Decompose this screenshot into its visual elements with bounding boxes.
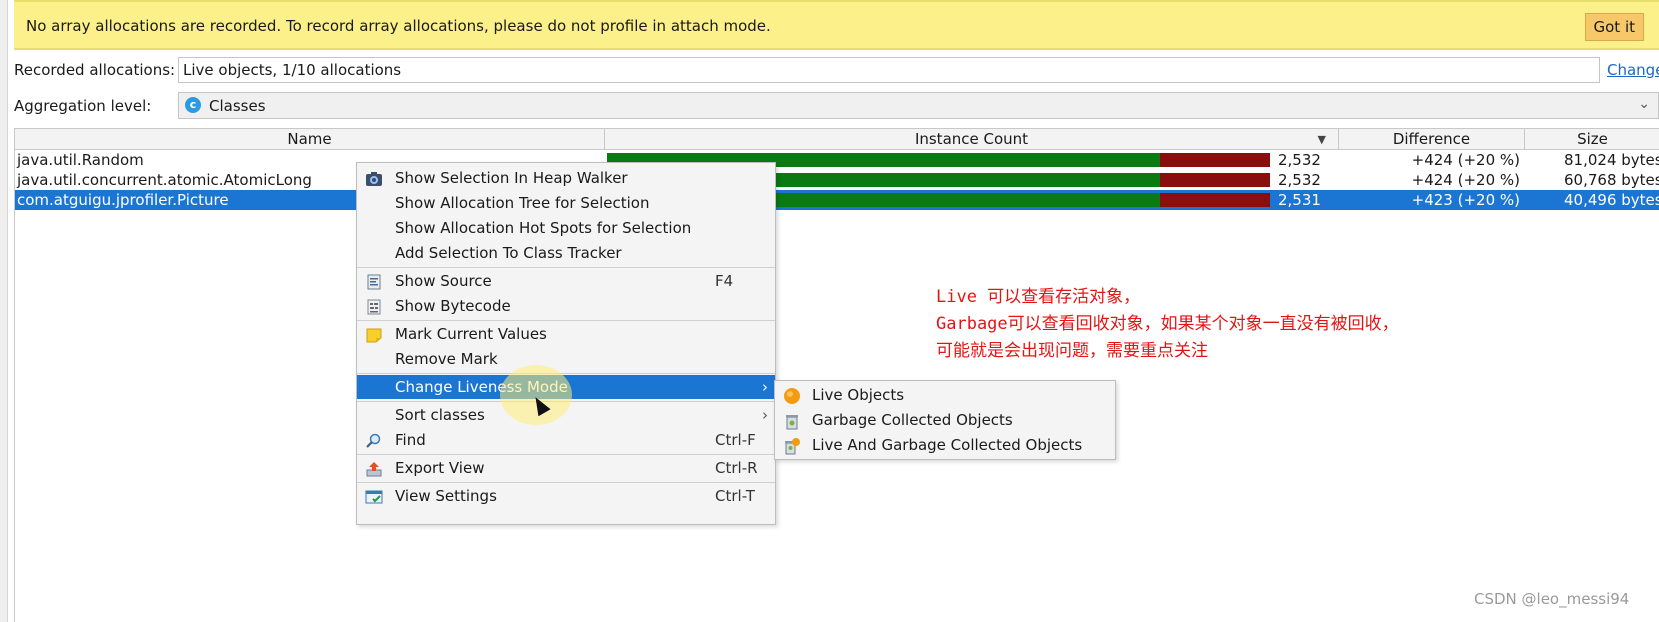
aggregation-level-select[interactable]: c Classes ⌄ xyxy=(178,92,1659,119)
info-banner: No array allocations are recorded. To re… xyxy=(14,0,1659,50)
change-link[interactable]: Change xyxy=(1607,61,1659,79)
chevron-right-icon: › xyxy=(762,406,768,424)
watermark: CSDN @leo_messi94 xyxy=(1474,590,1630,608)
sticky-note-icon xyxy=(365,326,383,343)
menu-item-label: Mark Current Values xyxy=(395,325,547,343)
menu-item-label: Sort classes xyxy=(395,406,485,424)
recorded-allocations-field: Live objects, 1/10 allocations xyxy=(178,57,1600,83)
row-difference: +423 (+20 %) xyxy=(1411,191,1520,209)
menu-item-label: Show Allocation Tree for Selection xyxy=(395,194,650,212)
menu-item-label: Show Selection In Heap Walker xyxy=(395,169,628,187)
column-header-instance-count[interactable]: Instance Count ▼ xyxy=(605,129,1339,150)
menu-item-shortcut: Ctrl-F xyxy=(715,431,756,449)
row-size: 60,768 bytes xyxy=(1564,171,1659,189)
menu-item-label: Find xyxy=(395,431,426,449)
menu-item-find[interactable]: Find Ctrl-F xyxy=(357,428,775,452)
menu-item-show-allocation-hot-spots[interactable]: Show Allocation Hot Spots for Selection xyxy=(357,216,775,240)
instance-count-bar-delta xyxy=(1160,173,1270,187)
menu-item-show-selection-heap-walker[interactable]: Show Selection In Heap Walker xyxy=(357,166,775,190)
menu-item-label: Export View xyxy=(395,459,485,477)
got-it-button[interactable]: Got it xyxy=(1584,13,1644,41)
column-header-difference[interactable]: Difference xyxy=(1339,129,1525,150)
submenu-item-label: Live And Garbage Collected Objects xyxy=(812,436,1083,454)
column-header-size[interactable]: Size xyxy=(1525,129,1659,150)
recorded-allocations-label: Recorded allocations: xyxy=(14,61,176,79)
menu-item-shortcut: Ctrl-T xyxy=(715,487,755,505)
table-row[interactable]: java.util.concurrent.atomic.AtomicLong 2… xyxy=(15,170,1659,190)
context-menu: Show Selection In Heap Walker Show Alloc… xyxy=(356,162,776,525)
row-class-name: java.util.Random xyxy=(17,151,144,169)
menu-separator xyxy=(357,373,775,374)
menu-item-label: Add Selection To Class Tracker xyxy=(395,244,622,262)
menu-separator xyxy=(357,454,775,455)
column-header-name[interactable]: Name xyxy=(15,129,605,150)
menu-item-show-allocation-tree[interactable]: Show Allocation Tree for Selection xyxy=(357,191,775,215)
menu-item-shortcut: F4 xyxy=(715,272,734,290)
row-difference: +424 (+20 %) xyxy=(1411,171,1520,189)
menu-item-label: Show Allocation Hot Spots for Selection xyxy=(395,219,692,237)
banner-message: No array allocations are recorded. To re… xyxy=(26,17,771,35)
cursor-highlight xyxy=(500,365,572,425)
row-size: 81,024 bytes xyxy=(1564,151,1659,169)
trash-can-icon xyxy=(783,412,801,430)
row-instance-count: 2,532 xyxy=(1278,151,1321,169)
menu-item-view-settings[interactable]: View Settings Ctrl-T xyxy=(357,484,775,508)
row-class-name: java.util.concurrent.atomic.AtomicLong xyxy=(17,171,312,189)
annotation-line-2: Garbage可以查看回收对象，如果某个对象一直没有被回收， xyxy=(936,314,1399,334)
row-instance-count: 2,531 xyxy=(1278,191,1321,209)
annotation-line-3: 可能就是会出现问题，需要重点关注 xyxy=(936,341,1208,361)
submenu-item-live-and-garbage[interactable]: Live And Garbage Collected Objects xyxy=(775,433,1115,458)
export-icon xyxy=(365,460,383,477)
chevron-right-icon: › xyxy=(762,378,768,396)
table-row[interactable]: java.util.Random 2,532 +424 (+20 %) 81,0… xyxy=(15,150,1659,170)
aggregation-level-value: Classes xyxy=(209,97,266,115)
menu-item-label: Show Bytecode xyxy=(395,297,511,315)
camera-icon xyxy=(365,170,383,186)
annotation-line-1: Live 可以查看存活对象， xyxy=(936,287,1141,307)
menu-item-mark-current-values[interactable]: Mark Current Values xyxy=(357,322,775,346)
table-row-selected[interactable]: com.atguigu.jprofiler.Picture 2,531 +423… xyxy=(15,190,1659,210)
trash-live-icon xyxy=(783,437,801,455)
menu-separator xyxy=(357,320,775,321)
menu-item-add-to-class-tracker[interactable]: Add Selection To Class Tracker xyxy=(357,241,775,265)
menu-item-show-source[interactable]: Show Source F4 xyxy=(357,269,775,293)
source-icon xyxy=(365,273,383,290)
allocations-table: Name Instance Count ▼ Difference Size ja… xyxy=(14,128,1659,622)
left-panel-edge xyxy=(0,0,8,622)
column-header-instance-count-label: Instance Count xyxy=(914,130,1029,148)
menu-item-remove-mark[interactable]: Remove Mark xyxy=(357,347,775,371)
submenu-item-garbage-collected[interactable]: Garbage Collected Objects xyxy=(775,408,1115,433)
view-settings-icon xyxy=(365,488,383,504)
annotation-note: Live 可以查看存活对象， Garbage可以查看回收对象，如果某个对象一直没… xyxy=(936,284,1399,365)
row-instance-count: 2,532 xyxy=(1278,171,1321,189)
magnifier-icon xyxy=(365,432,383,448)
table-header: Name Instance Count ▼ Difference Size xyxy=(15,128,1659,150)
row-size: 40,496 bytes xyxy=(1564,191,1659,209)
aggregation-level-label: Aggregation level: xyxy=(14,97,152,115)
class-icon: c xyxy=(185,97,201,113)
chevron-down-icon: ⌄ xyxy=(1638,96,1650,112)
row-difference: +424 (+20 %) xyxy=(1411,151,1520,169)
row-class-name: com.atguigu.jprofiler.Picture xyxy=(17,191,229,209)
instance-count-bar-delta xyxy=(1160,153,1270,167)
recorded-allocations-value: Live objects, 1/10 allocations xyxy=(183,61,402,79)
menu-separator xyxy=(357,482,775,483)
menu-item-label: View Settings xyxy=(395,487,497,505)
menu-item-label: Remove Mark xyxy=(395,350,498,368)
menu-item-label: Show Source xyxy=(395,272,492,290)
sort-descending-icon: ▼ xyxy=(1317,133,1326,146)
bytecode-icon xyxy=(365,298,383,315)
submenu-item-label: Garbage Collected Objects xyxy=(812,411,1013,429)
submenu-item-live-objects[interactable]: Live Objects xyxy=(775,383,1115,408)
submenu-item-label: Live Objects xyxy=(812,386,905,404)
liveness-submenu: Live Objects Garbage Collected Objects L… xyxy=(774,380,1116,460)
menu-item-shortcut: Ctrl-R xyxy=(715,459,758,477)
live-objects-icon xyxy=(783,387,801,405)
menu-item-export-view[interactable]: Export View Ctrl-R xyxy=(357,456,775,480)
menu-item-show-bytecode[interactable]: Show Bytecode xyxy=(357,294,775,318)
menu-separator xyxy=(357,267,775,268)
instance-count-bar-delta xyxy=(1160,193,1270,207)
